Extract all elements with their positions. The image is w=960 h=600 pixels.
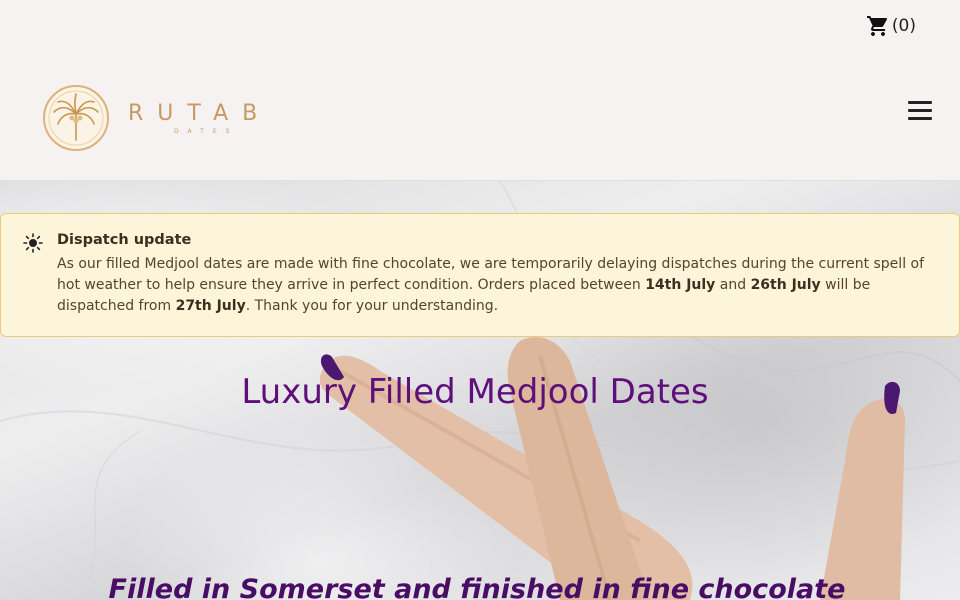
- notice-text: and: [715, 277, 751, 293]
- dispatch-notice: Dispatch update As our filled Medjool da…: [0, 213, 960, 337]
- cart-icon: [866, 16, 887, 36]
- filled-date-image: [820, 381, 905, 600]
- notice-date: 14th July: [645, 277, 716, 293]
- palm-tree-logo: [43, 85, 109, 151]
- hamburger-menu-icon[interactable]: [908, 101, 932, 120]
- brand-subtitle: DATES: [174, 128, 239, 135]
- site-header: (0) RUTAB DATES: [0, 0, 960, 181]
- notice-body: As our filled Medjool dates are made wit…: [57, 254, 937, 317]
- notice-date: 26th July: [750, 277, 821, 293]
- notice-text: . Thank you for your understanding.: [245, 298, 499, 314]
- cart-button[interactable]: (0): [866, 14, 916, 38]
- logo-wordmark: RUTAB DATES: [128, 101, 271, 135]
- brand-name: RUTAB: [128, 101, 272, 126]
- menu-bar: [908, 109, 932, 112]
- menu-bar: [908, 117, 932, 120]
- notice-title: Dispatch update: [57, 232, 192, 248]
- sun-icon: [23, 233, 43, 253]
- hero-subtitle: Filled in Somerset and finished in fine …: [108, 574, 846, 600]
- hero-title: Luxury Filled Medjool Dates: [241, 372, 709, 412]
- menu-bar: [908, 101, 932, 104]
- notice-date: 27th July: [175, 298, 246, 314]
- cart-count: (0): [891, 16, 916, 36]
- site-logo[interactable]: RUTAB DATES: [42, 84, 271, 152]
